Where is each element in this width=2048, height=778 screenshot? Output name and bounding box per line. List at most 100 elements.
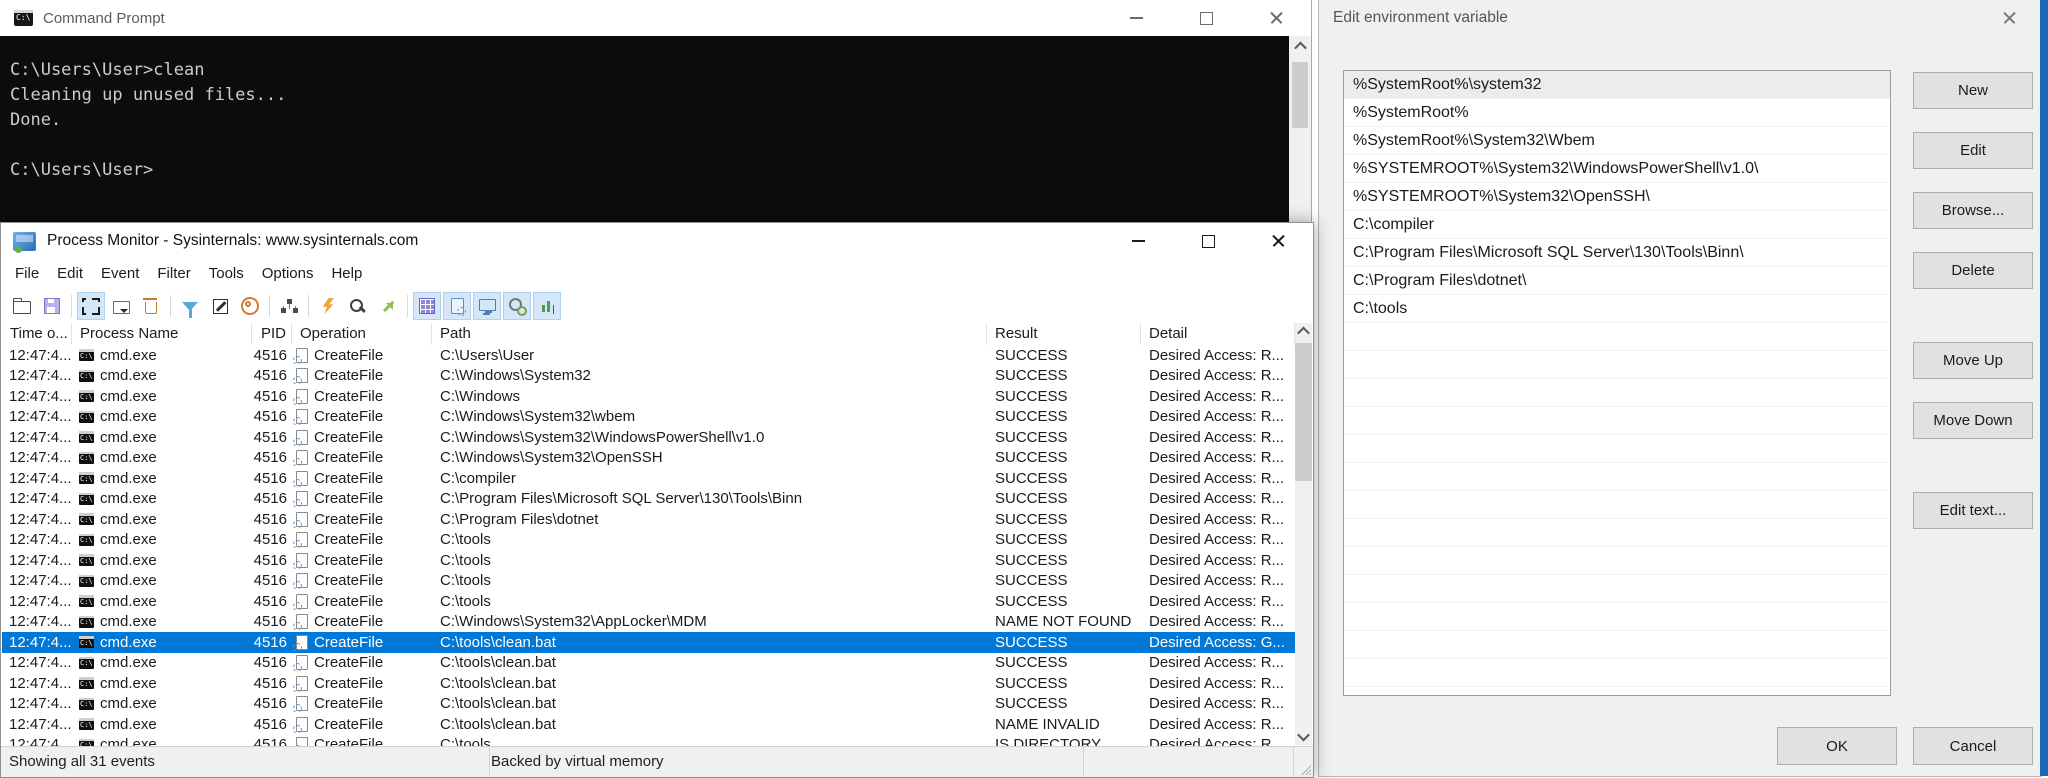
menu-filter[interactable]: Filter: [148, 259, 199, 289]
toolbar-show-file-button[interactable]: [443, 292, 471, 320]
toolbar-save-button[interactable]: [38, 292, 66, 320]
menu-options[interactable]: Options: [253, 259, 323, 289]
env-list-item[interactable]: C:\compiler: [1344, 211, 1890, 239]
toolbar-boot-log-button[interactable]: [314, 292, 342, 320]
column-header-operation[interactable]: Operation: [292, 323, 432, 345]
procmon-maximize-button[interactable]: [1173, 223, 1243, 259]
cmd-minimize-button[interactable]: [1101, 0, 1171, 36]
edit-text-button[interactable]: Edit text...: [1913, 492, 2033, 529]
table-row[interactable]: 12:47:4... cmd.exe 4516 CreateFile C:\to…: [2, 694, 1295, 715]
env-list-item[interactable]: %SYSTEMROOT%\System32\OpenSSH\: [1344, 183, 1890, 211]
env-list-item[interactable]: C:\Program Files\Microsoft SQL Server\13…: [1344, 239, 1890, 267]
env-list-empty-slot[interactable]: [1344, 351, 1890, 379]
table-row[interactable]: 12:47:4... cmd.exe 4516 CreateFile C:\Pr…: [2, 489, 1295, 510]
table-row[interactable]: 12:47:4... cmd.exe 4516 CreateFile C:\to…: [2, 673, 1295, 694]
menu-event[interactable]: Event: [92, 259, 148, 289]
table-row[interactable]: 12:47:4... cmd.exe 4516 CreateFile C:\Pr…: [2, 509, 1295, 530]
env-list-empty-slot[interactable]: [1344, 519, 1890, 547]
column-header-pid[interactable]: PID: [252, 323, 292, 345]
env-list-empty-slot[interactable]: [1344, 435, 1890, 463]
table-row[interactable]: 12:47:4... cmd.exe 4516 CreateFile C:\Wi…: [2, 407, 1295, 428]
table-row[interactable]: 12:47:4... cmd.exe 4516 CreateFile C:\Wi…: [2, 448, 1295, 469]
menu-edit[interactable]: Edit: [48, 259, 92, 289]
procmon-close-button[interactable]: [1243, 223, 1313, 259]
dialog-close-button[interactable]: [1977, 0, 2041, 36]
column-header-result[interactable]: Result: [987, 323, 1141, 345]
table-row[interactable]: 12:47:4... cmd.exe 4516 CreateFile C:\Wi…: [2, 366, 1295, 387]
cmd-scrollbar[interactable]: [1289, 36, 1311, 240]
table-row[interactable]: 12:47:4... cmd.exe 4516 CreateFile C:\to…: [2, 632, 1295, 653]
move-down-button[interactable]: Move Down: [1913, 402, 2033, 439]
env-list-item[interactable]: %SystemRoot%\System32\Wbem: [1344, 127, 1890, 155]
env-list-empty-slot[interactable]: [1344, 463, 1890, 491]
cmd-close-button[interactable]: [1241, 0, 1311, 36]
toolbar-show-registry-button[interactable]: [413, 292, 441, 320]
column-header-timeo[interactable]: Time o...: [2, 323, 72, 345]
menu-help[interactable]: Help: [322, 259, 371, 289]
scroll-up-button[interactable]: [1289, 36, 1311, 56]
table-row[interactable]: 12:47:4... cmd.exe 4516 CreateFile C:\Wi…: [2, 612, 1295, 633]
env-list-empty-slot[interactable]: [1344, 379, 1890, 407]
env-list-empty-slot[interactable]: [1344, 687, 1890, 695]
delete-button[interactable]: Delete: [1913, 252, 2033, 289]
toolbar-process-tree-button[interactable]: [275, 292, 303, 320]
table-row[interactable]: 12:47:4... cmd.exe 4516 CreateFile C:\co…: [2, 468, 1295, 489]
env-list-item[interactable]: %SYSTEMROOT%\System32\WindowsPowerShell\…: [1344, 155, 1890, 183]
menu-tools[interactable]: Tools: [200, 259, 253, 289]
resize-grip[interactable]: [1299, 763, 1311, 775]
cmd-scrollbar-thumb[interactable]: [1292, 62, 1308, 128]
toolbar-include-button[interactable]: [236, 292, 264, 320]
env-list-empty-slot[interactable]: [1344, 323, 1890, 351]
browse-button[interactable]: Browse...: [1913, 192, 2033, 229]
scroll-down-button[interactable]: [1295, 728, 1312, 745]
column-header-processname[interactable]: Process Name: [72, 323, 252, 345]
column-header-path[interactable]: Path: [432, 323, 987, 345]
table-row[interactable]: 12:47:4... cmd.exe 4516 CreateFile C:\Wi…: [2, 386, 1295, 407]
table-scrollbar[interactable]: [1295, 323, 1312, 745]
cell-pid: 4516: [253, 408, 287, 426]
column-header-detail[interactable]: Detail: [1141, 323, 1295, 345]
move-up-button[interactable]: Move Up: [1913, 342, 2033, 379]
table-row[interactable]: 12:47:4... cmd.exe 4516 CreateFile C:\to…: [2, 653, 1295, 674]
toolbar-open-button[interactable]: [8, 292, 36, 320]
table-row[interactable]: 12:47:4... cmd.exe 4516 CreateFile C:\to…: [2, 714, 1295, 735]
table-row[interactable]: 12:47:4... cmd.exe 4516 CreateFile C:\to…: [2, 550, 1295, 571]
env-list-item[interactable]: C:\Program Files\dotnet\: [1344, 267, 1890, 295]
env-list-empty-slot[interactable]: [1344, 575, 1890, 603]
table-row[interactable]: 12:47:4... cmd.exe 4516 CreateFile C:\to…: [2, 530, 1295, 551]
scroll-up-button[interactable]: [1295, 323, 1312, 340]
env-list-item[interactable]: C:\tools: [1344, 295, 1890, 323]
toolbar-filter-button[interactable]: [176, 292, 204, 320]
terminal-area[interactable]: C:\Users\User>clean Cleaning up unused fi…: [0, 36, 1311, 240]
toolbar-jump-button[interactable]: [374, 292, 402, 320]
toolbar-capture-button[interactable]: [77, 292, 105, 320]
toolbar-autoscroll-button[interactable]: [107, 292, 135, 320]
table-row[interactable]: 12:47:4... cmd.exe 4516 CreateFile C:\to…: [2, 591, 1295, 612]
cell-time: 12:47:4...: [9, 490, 72, 508]
env-list-empty-slot[interactable]: [1344, 603, 1890, 631]
toolbar-show-process-button[interactable]: [503, 292, 531, 320]
env-list-empty-slot[interactable]: [1344, 547, 1890, 575]
toolbar-show-network-button[interactable]: [473, 292, 501, 320]
env-list-item[interactable]: %SystemRoot%: [1344, 99, 1890, 127]
toolbar-find-button[interactable]: [344, 292, 372, 320]
env-list-empty-slot[interactable]: [1344, 659, 1890, 687]
table-row[interactable]: 12:47:4... cmd.exe 4516 CreateFile C:\Wi…: [2, 427, 1295, 448]
ok-button[interactable]: OK: [1777, 727, 1897, 765]
toolbar-highlight-button[interactable]: [206, 292, 234, 320]
edit-button[interactable]: Edit: [1913, 132, 2033, 169]
table-scrollbar-thumb[interactable]: [1295, 343, 1312, 481]
procmon-minimize-button[interactable]: [1103, 223, 1173, 259]
env-list-empty-slot[interactable]: [1344, 631, 1890, 659]
table-row[interactable]: 12:47:4... cmd.exe 4516 CreateFile C:\to…: [2, 571, 1295, 592]
cmd-maximize-button[interactable]: [1171, 0, 1241, 36]
toolbar-show-profiling-button[interactable]: [533, 292, 561, 320]
cancel-button[interactable]: Cancel: [1913, 727, 2033, 765]
env-list-empty-slot[interactable]: [1344, 407, 1890, 435]
table-row[interactable]: 12:47:4... cmd.exe 4516 CreateFile C:\Us…: [2, 345, 1295, 366]
toolbar-clear-button[interactable]: [137, 292, 165, 320]
env-list-item[interactable]: %SystemRoot%\system32: [1344, 71, 1890, 99]
env-list-empty-slot[interactable]: [1344, 491, 1890, 519]
menu-file[interactable]: File: [6, 259, 48, 289]
new-button[interactable]: New: [1913, 72, 2033, 109]
